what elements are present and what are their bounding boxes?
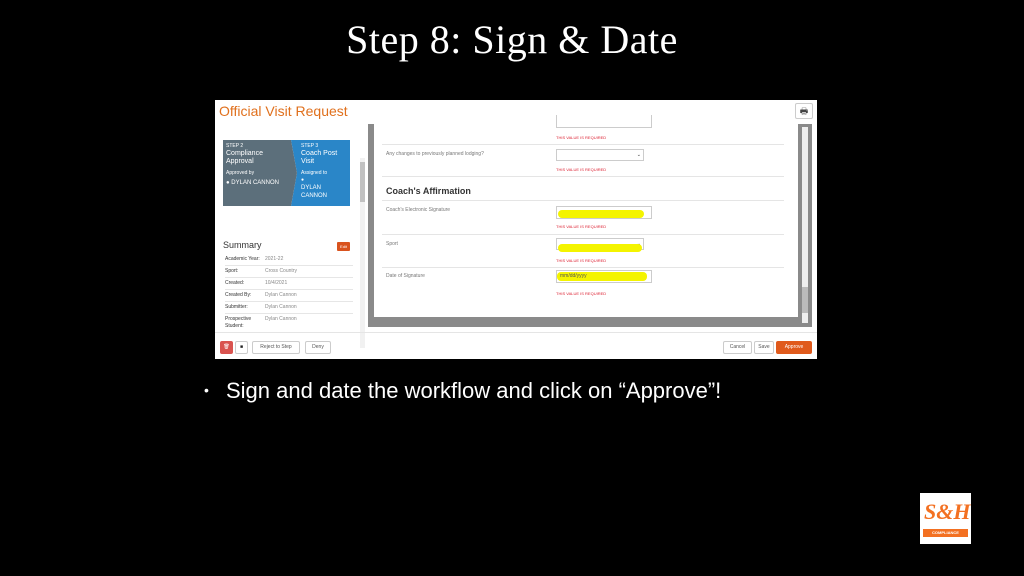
screenshot-window: Official Visit Request 🖶 STEP 2 Complian… <box>215 100 817 359</box>
delete-button[interactable]: 🗑 <box>220 341 233 354</box>
assignee-name: DYLAN CANNON <box>301 185 328 199</box>
table-row: Prospective Student: Dylan Cannon <box>225 314 353 333</box>
step-number: STEP 2 <box>226 143 244 149</box>
trash-icon: 🗑 <box>223 344 230 350</box>
summary-table: Academic Year: 2021-22 Sport: Cross Countr… <box>225 254 353 333</box>
logo-mark: S&H <box>924 499 971 524</box>
required-error: THIS VALUE IS REQUIRED <box>556 291 607 296</box>
edit-button[interactable]: Edit <box>337 242 350 251</box>
divider <box>382 200 784 201</box>
instruction-text: Sign and date the workflow and click on … <box>226 378 722 403</box>
required-error: THIS VALUE IS REQUIRED <box>556 167 607 172</box>
required-error: THIS VALUE IS REQUIRED <box>556 224 607 229</box>
lodging-label: Any changes to previously planned lodgin… <box>386 151 484 157</box>
left-scrollbar[interactable] <box>360 158 365 348</box>
divider <box>382 234 784 235</box>
date-input[interactable]: mm/dd/yyyy <box>556 270 652 283</box>
printer-icon: 🖶 <box>799 106 809 116</box>
slide-title: Step 8: Sign & Date <box>346 17 678 62</box>
approved-by-label: Approved by <box>226 170 255 176</box>
form-content: THIS VALUE IS REQUIRED Any changes to pr… <box>374 115 798 317</box>
chevron-down-icon: ⌄ <box>636 152 641 158</box>
instruction-bullet: • Sign and date the workflow and click on… <box>204 378 721 404</box>
required-error: THIS VALUE IS REQUIRED <box>556 258 607 263</box>
table-row: Submitter: Dylan Cannon <box>225 302 353 314</box>
stop-icon: ■ <box>239 344 244 350</box>
workflow-steps: STEP 2 Compliance Approval Approved by ●… <box>223 140 350 206</box>
table-row: Created By: Dylan Cannon <box>225 290 353 302</box>
signature-label: Coach's Electronic Signature <box>386 207 451 213</box>
approve-button[interactable]: Approve <box>776 341 812 354</box>
avatar: ● <box>301 177 305 183</box>
step-previous[interactable]: STEP 2 Compliance Approval Approved by ●… <box>223 140 297 206</box>
stop-button[interactable]: ■ <box>235 341 248 354</box>
table-row: Academic Year: 2021-22 <box>225 254 353 266</box>
date-label: Date of Signature <box>386 273 425 279</box>
approver-name: ● DYLAN CANNON <box>226 180 279 186</box>
summary-title: Summary <box>223 240 262 250</box>
step-name: Coach Post Visit <box>301 150 338 165</box>
logo-caption: COMPLIANCE <box>923 529 968 537</box>
footer-divider <box>215 332 817 333</box>
step-current[interactable]: STEP 3 Coach Post Visit Assigned to ● DY… <box>291 140 350 206</box>
divider <box>382 144 784 145</box>
step-name: Compliance Approval <box>226 150 263 165</box>
left-pane: STEP 2 Compliance Approval Approved by ●… <box>219 126 365 348</box>
assigned-to-label: Assigned to <box>301 170 328 176</box>
required-error: THIS VALUE IS REQUIRED <box>556 135 607 140</box>
cancel-button[interactable]: Cancel <box>723 341 752 354</box>
lodging-select[interactable]: ⌄ <box>556 149 644 161</box>
print-button[interactable]: 🖶 <box>795 103 813 119</box>
sam-houston-compliance-logo: S&H COMPLIANCE <box>920 493 971 544</box>
bullet-icon: • <box>204 382 209 398</box>
highlight-mark <box>558 244 642 252</box>
divider <box>382 176 784 177</box>
table-row: Created: 10/4/2021 <box>225 278 353 290</box>
scroll-thumb[interactable] <box>802 287 808 313</box>
previous-field[interactable] <box>556 115 652 128</box>
window-title: Official Visit Request <box>219 103 348 119</box>
scroll-thumb[interactable] <box>360 162 365 202</box>
section-title: Coach's Affirmation <box>386 186 471 196</box>
step-number: STEP 3 <box>301 143 319 149</box>
date-placeholder: mm/dd/yyyy <box>560 273 587 279</box>
table-row: Sport: Cross Country <box>225 266 353 278</box>
deny-button[interactable]: Deny <box>305 341 331 354</box>
save-button[interactable]: Save <box>754 341 774 354</box>
form-scrollbar[interactable] <box>802 127 808 323</box>
sport-label: Sport <box>386 241 398 247</box>
divider <box>382 267 784 268</box>
highlight-mark <box>558 210 644 218</box>
form-pane: THIS VALUE IS REQUIRED Any changes to pr… <box>368 115 812 327</box>
reject-to-step-button[interactable]: Reject to Step <box>252 341 300 354</box>
